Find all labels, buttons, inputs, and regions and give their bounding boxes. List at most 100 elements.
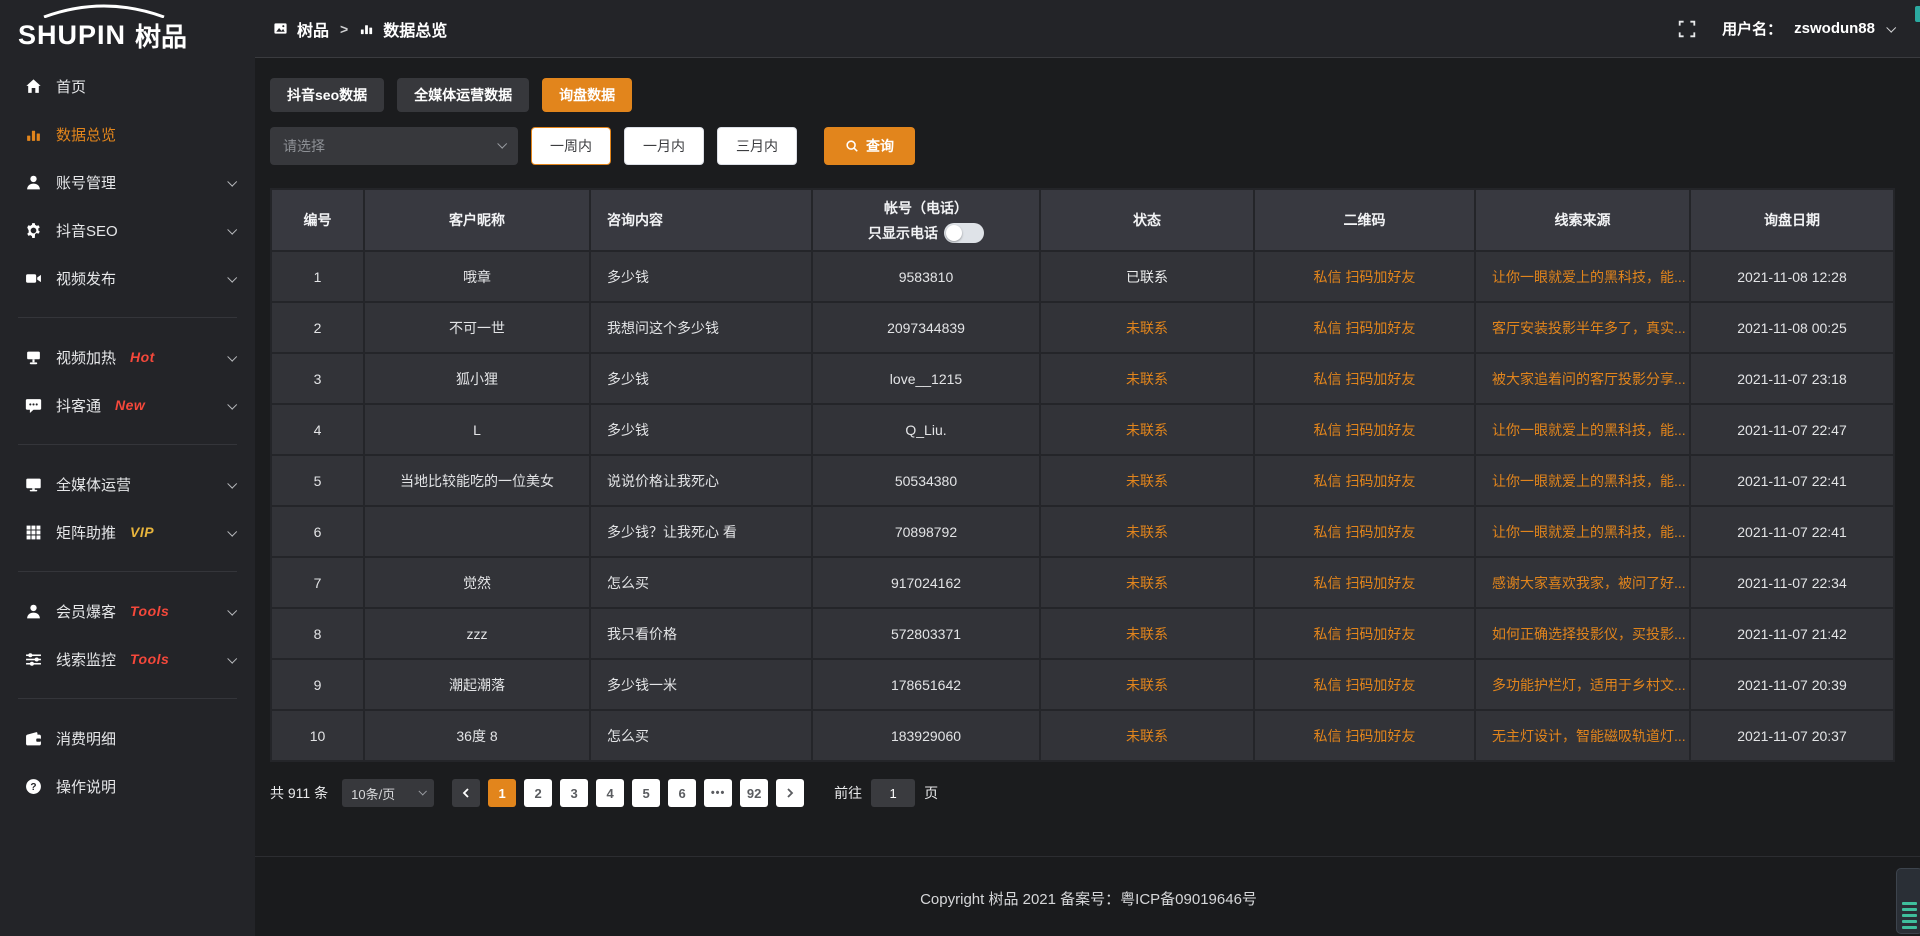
qr-private-message-link[interactable]: 私信 [1314,524,1342,540]
qr-private-message-link[interactable]: 私信 [1314,371,1342,387]
sidebar-badge: Tools [130,651,169,667]
query-button[interactable]: 查询 [824,127,915,165]
pagination-next-button[interactable] [776,779,804,807]
filter-select-placeholder: 请选择 [283,136,325,156]
sidebar-item-home[interactable]: 首页 [0,62,255,110]
sidebar-item-video-publish[interactable]: 视频发布 [0,254,255,302]
goto-page-input[interactable] [871,779,915,807]
chevron-right-icon [785,788,795,798]
chevron-left-icon [461,788,471,798]
header-date: 询盘日期 [1690,189,1894,251]
header-account: 帐号（电话） 只显示电话 [812,189,1040,251]
qr-scan-add-friend-link[interactable]: 扫码加好友 [1345,524,1415,540]
sidebar-item-operation-guide[interactable]: ?操作说明 [0,762,255,810]
qr-private-message-link[interactable]: 私信 [1314,422,1342,438]
qr-scan-add-friend-link[interactable]: 扫码加好友 [1345,728,1415,744]
cell-account: 2097344839 [812,302,1040,353]
user-icon [24,173,42,191]
source-link[interactable]: 客厅安装投影半年多了，真实... [1492,320,1686,336]
sidebar-item-label: 数据总览 [56,124,116,145]
fullscreen-icon[interactable] [1678,20,1696,38]
phone-only-toggle[interactable] [944,223,984,243]
period-button-three-months[interactable]: 三月内 [717,127,797,165]
pagination-page-5[interactable]: 5 [632,779,660,807]
sidebar-item-douyin-seo[interactable]: 抖音SEO [0,206,255,254]
logo-brand: SHUPIN [18,22,126,58]
cell-account: 183929060 [812,710,1040,761]
pagination-page-6[interactable]: 6 [668,779,696,807]
status-badge: 未联系 [1126,728,1168,744]
qr-scan-add-friend-link[interactable]: 扫码加好友 [1345,371,1415,387]
tab-media-operation-data[interactable]: 全媒体运营数据 [397,78,529,112]
search-icon [845,139,859,153]
qr-scan-add-friend-link[interactable]: 扫码加好友 [1345,320,1415,336]
qr-scan-add-friend-link[interactable]: 扫码加好友 [1345,269,1415,285]
qr-private-message-link[interactable]: 私信 [1314,575,1342,591]
qr-private-message-link[interactable]: 私信 [1314,320,1342,336]
sidebar-item-consumption-detail[interactable]: 消费明细 [0,714,255,762]
source-link[interactable]: 无主灯设计，智能磁吸轨道灯... [1492,728,1686,744]
qr-scan-add-friend-link[interactable]: 扫码加好友 [1345,422,1415,438]
menu-divider [18,444,237,445]
status-badge: 未联系 [1126,422,1168,438]
sidebar-item-clue-monitor[interactable]: 线索监控Tools [0,635,255,683]
pagination-prev-button[interactable] [452,779,480,807]
cell-id: 1 [271,251,364,302]
corner-widget[interactable] [1896,868,1920,934]
cell-date: 2021-11-07 20:39 [1690,659,1894,710]
qr-private-message-link[interactable]: 私信 [1314,677,1342,693]
cell-date: 2021-11-07 21:42 [1690,608,1894,659]
pagination-ellipsis[interactable]: ••• [704,779,732,807]
breadcrumb-root[interactable]: 树品 [297,17,329,41]
pagination-page-92[interactable]: 92 [740,779,768,807]
table-body: 1哦章多少钱9583810已联系私信 扫码加好友让你一眼就爱上的黑科技，能...… [271,251,1894,761]
chevron-down-icon[interactable] [1887,25,1894,32]
sidebar-item-media-operation[interactable]: 全媒体运营 [0,460,255,508]
source-link[interactable]: 如何正确选择投影仪，买投影... [1492,626,1686,642]
username[interactable]: zswodun88 [1794,20,1875,37]
sidebar-item-member-burst[interactable]: 会员爆客Tools [0,587,255,635]
logo-brand-cn: 树品 [135,24,187,58]
app-image-icon [273,21,288,36]
source-link[interactable]: 让你一眼就爱上的黑科技，能... [1492,422,1686,438]
home-icon [24,77,42,95]
sidebar-item-account-management[interactable]: 账号管理 [0,158,255,206]
source-link[interactable]: 让你一眼就爱上的黑科技，能... [1492,473,1686,489]
gear-icon [24,221,42,239]
source-link[interactable]: 被大家追着问的客厅投影分享... [1492,371,1686,387]
chevron-down-icon [228,481,235,488]
qr-private-message-link[interactable]: 私信 [1314,473,1342,489]
pagination-page-4[interactable]: 4 [596,779,624,807]
filter-select[interactable]: 请选择 [270,127,518,165]
tab-inquiry-data[interactable]: 询盘数据 [542,78,632,112]
cell-account: 917024162 [812,557,1040,608]
pagination-page-1[interactable]: 1 [488,779,516,807]
qr-private-message-link[interactable]: 私信 [1314,626,1342,642]
source-link[interactable]: 让你一眼就爱上的黑科技，能... [1492,269,1686,285]
period-button-one-month[interactable]: 一月内 [624,127,704,165]
page-size-select[interactable]: 10条/页 [342,779,434,807]
sidebar-item-video-heat[interactable]: 视频加热Hot [0,333,255,381]
logo[interactable]: SHUPIN 树品 [0,0,255,58]
sidebar-item-data-overview[interactable]: 数据总览 [0,110,255,158]
sidebar-item-douketong[interactable]: 抖客通New [0,381,255,429]
source-link[interactable]: 多功能护栏灯，适用于乡村文... [1492,677,1686,693]
sidebar-item-label: 首页 [56,76,86,97]
sidebar-badge: VIP [130,524,154,540]
sidebar-item-matrix-boost[interactable]: 矩阵助推 VIP [0,508,255,556]
sidebar-item-label: 矩阵助推 [56,522,116,543]
pagination-page-3[interactable]: 3 [560,779,588,807]
qr-scan-add-friend-link[interactable]: 扫码加好友 [1345,473,1415,489]
cell-date: 2021-11-07 22:41 [1690,506,1894,557]
period-button-one-week[interactable]: 一周内 [531,127,611,165]
qr-scan-add-friend-link[interactable]: 扫码加好友 [1345,677,1415,693]
source-link[interactable]: 感谢大家喜欢我家，被问了好... [1492,575,1686,591]
qr-private-message-link[interactable]: 私信 [1314,728,1342,744]
qr-scan-add-friend-link[interactable]: 扫码加好友 [1345,626,1415,642]
pagination-page-2[interactable]: 2 [524,779,552,807]
qr-private-message-link[interactable]: 私信 [1314,269,1342,285]
header-nickname: 客户昵称 [364,189,590,251]
source-link[interactable]: 让你一眼就爱上的黑科技，能... [1492,524,1686,540]
qr-scan-add-friend-link[interactable]: 扫码加好友 [1345,575,1415,591]
tab-douyin-seo-data[interactable]: 抖音seo数据 [270,78,384,112]
